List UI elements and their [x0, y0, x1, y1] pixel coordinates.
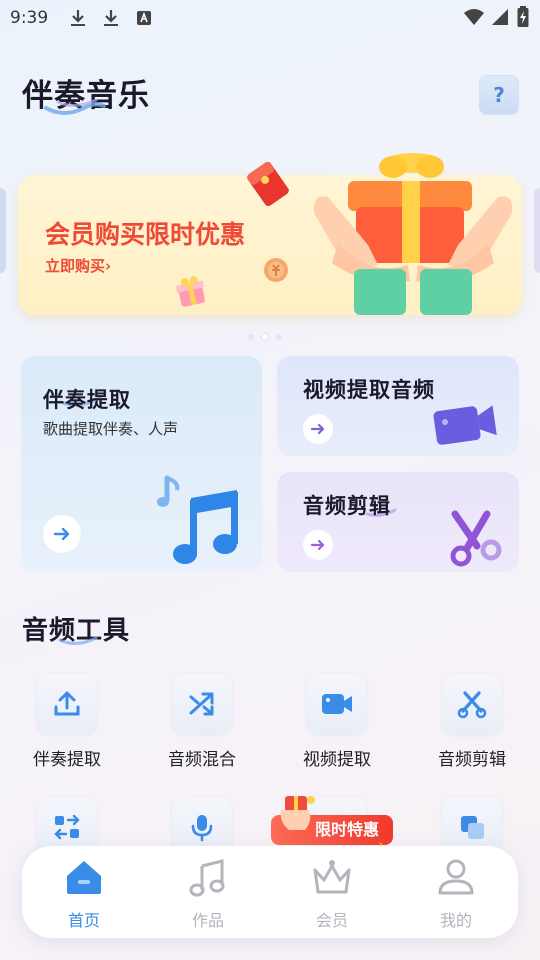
pagination-dot — [248, 334, 254, 340]
coin-icon — [264, 258, 288, 282]
tab-works[interactable]: 作品 — [146, 846, 270, 938]
music-notes-icon — [157, 475, 238, 564]
bottom-tab-bar: 首页 作品 会员 我的 — [22, 846, 518, 938]
pagination-dot — [276, 334, 282, 340]
status-bar: 9:39 — [0, 0, 540, 36]
gift-hands-illustration — [313, 153, 513, 315]
tool-tile[interactable] — [442, 674, 502, 734]
tool-audio-cut[interactable]: 音频剪辑 — [417, 674, 527, 770]
scissors-icon — [457, 691, 487, 719]
shuffle-icon — [189, 692, 214, 716]
banner-buy-link[interactable]: 立即购买› — [45, 255, 111, 276]
tool-label: 视频提取 — [303, 750, 371, 770]
arrow-right-icon — [310, 423, 325, 435]
tool-tile[interactable] — [37, 674, 97, 734]
download-icon — [104, 10, 118, 26]
tab-label: 会员 — [315, 911, 348, 930]
tab-profile[interactable]: 我的 — [394, 846, 518, 938]
home-icon — [67, 861, 101, 894]
banner-title: 会员购买限时优惠 — [45, 220, 246, 249]
upload-icon — [54, 691, 80, 716]
card-title: 视频提取音频 — [303, 378, 435, 402]
tab-label: 我的 — [439, 911, 472, 930]
music-note-icon — [189, 859, 225, 897]
crown-icon — [313, 860, 351, 894]
banner-prev-peek[interactable] — [0, 188, 6, 273]
tool-video-extract[interactable]: 视频提取 — [282, 674, 392, 770]
user-icon — [438, 859, 474, 895]
card-subtitle: 歌曲提取伴奏、人声 — [43, 420, 179, 438]
tool-accompaniment-extract[interactable]: 伴奏提取 — [12, 674, 122, 770]
accompaniment-extract-card[interactable]: 伴奏提取 歌曲提取伴奏、人声 — [21, 356, 262, 571]
video-camera-icon — [322, 694, 352, 714]
scissors-icon — [450, 510, 502, 567]
title-underline-decoration — [58, 636, 98, 645]
battery-charging-icon — [517, 6, 529, 27]
banner-buy-label: 立即购买 — [45, 257, 106, 275]
card-title: 伴奏提取 — [43, 388, 131, 412]
video-camera-icon — [433, 405, 497, 445]
banner-pagination — [248, 334, 282, 340]
download-icon — [71, 10, 85, 26]
signal-icon — [492, 9, 508, 25]
pagination-dot-active — [262, 334, 268, 340]
copy-icon — [461, 816, 484, 839]
audio-cut-card[interactable]: 音频剪辑 — [277, 472, 519, 572]
tool-label: 伴奏提取 — [33, 750, 101, 770]
video-extract-audio-card[interactable]: 视频提取音频 — [277, 356, 519, 456]
tool-audio-mix[interactable]: 音频混合 — [147, 674, 257, 770]
convert-icon — [54, 814, 80, 840]
tab-label: 作品 — [191, 911, 224, 930]
card-go-button[interactable] — [303, 414, 333, 444]
card-go-button[interactable] — [43, 515, 81, 553]
tool-label: 音频混合 — [168, 750, 236, 770]
arrow-right-icon — [310, 539, 325, 551]
card-go-button[interactable] — [303, 530, 333, 560]
small-gift-icon — [175, 276, 205, 307]
tab-home[interactable]: 首页 — [22, 846, 146, 938]
tool-tile[interactable] — [172, 674, 232, 734]
tool-label: 音频剪辑 — [438, 750, 506, 770]
status-time: 9:39 — [10, 8, 49, 28]
arrow-right-icon — [53, 527, 70, 541]
tab-membership[interactable]: 会员 — [270, 846, 394, 938]
promo-banner[interactable]: 会员购买限时优惠 立即购买› — [18, 153, 522, 315]
tool-tile[interactable] — [307, 674, 367, 734]
card-title: 音频剪辑 — [303, 494, 391, 518]
wifi-icon — [464, 9, 484, 25]
title-underline-decoration — [44, 98, 106, 115]
red-envelope-icon — [247, 161, 289, 207]
chevron-right-icon: › — [105, 257, 112, 275]
gift-hand-icon — [280, 796, 315, 830]
help-button[interactable]: ? — [479, 75, 519, 115]
limited-offer-badge[interactable]: 限时特惠 — [271, 796, 393, 854]
font-a-icon — [137, 11, 151, 25]
microphone-icon — [191, 815, 213, 842]
tab-label: 首页 — [67, 911, 100, 930]
banner-next-peek[interactable] — [534, 188, 540, 273]
